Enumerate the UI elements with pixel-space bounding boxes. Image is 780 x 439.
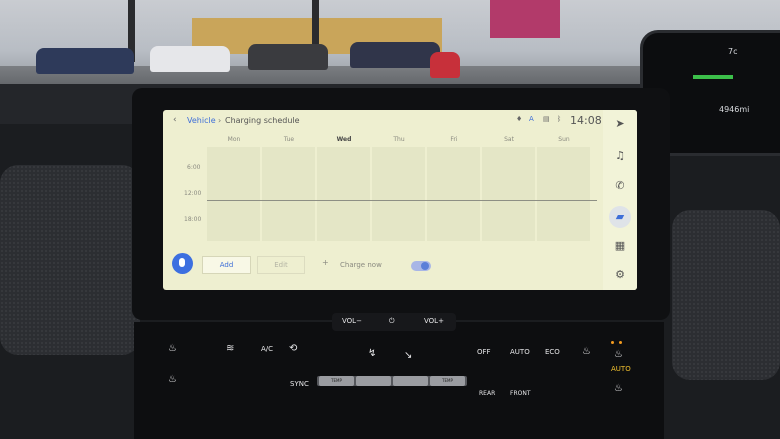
rear-defrost-button[interactable]: REAR [479, 390, 495, 397]
charge-now-toggle[interactable] [411, 261, 431, 271]
add-button[interactable]: Add [202, 256, 251, 274]
seat-heater-left-icon[interactable]: ♨ [168, 343, 177, 354]
fan-off-button[interactable]: OFF [477, 348, 491, 356]
language-status-icon: A [529, 115, 534, 123]
front-defrost-button[interactable]: FRONT [510, 390, 531, 397]
day-label: Sat [504, 136, 514, 143]
page-title: Charging schedule [225, 116, 300, 125]
plus-icon: + [322, 258, 329, 267]
fan-direction-icon[interactable]: ↯ [368, 348, 376, 359]
weekday-header: Mon Tue Wed Thu Fri Sat Sun [207, 136, 597, 146]
temp-right-button[interactable] [393, 376, 428, 386]
day-column[interactable] [207, 147, 260, 241]
photo-scene: 7c 4946mi ‹ Vehicle › Charging schedule … [0, 0, 780, 439]
app-rail: ➤ ♫ ✆ ▰ ▦ ⚙ [603, 110, 637, 290]
temp-right-button[interactable]: TEMP [430, 376, 465, 386]
volume-up-button[interactable]: VOL+ [424, 317, 444, 325]
message-status-icon: ▤ [543, 115, 550, 123]
breadcrumb-vehicle[interactable]: Vehicle [187, 116, 216, 125]
music-icon[interactable]: ♫ [612, 148, 628, 164]
parked-car [350, 42, 440, 68]
indicator-led [619, 341, 622, 344]
day-label: Tue [283, 136, 295, 143]
microphone-icon [179, 258, 185, 267]
dashboard-fabric-left [0, 165, 140, 355]
temp-left-button[interactable] [356, 376, 391, 386]
auto-right-label[interactable]: AUTO [611, 365, 631, 373]
cluster-indicator-bar [693, 75, 733, 79]
indicator-led [611, 341, 614, 344]
seat-vent-right-icon[interactable]: ♨ [614, 383, 623, 394]
day-label: Thu [393, 136, 405, 143]
defrost-icon[interactable]: ≋ [226, 343, 234, 354]
time-label: 6:00 [187, 164, 201, 171]
time-label: 12:00 [184, 190, 202, 197]
time-label: 18:00 [184, 216, 202, 223]
clock: 14:08 [570, 114, 602, 127]
settings-icon[interactable]: ⚙ [612, 267, 628, 283]
day-column[interactable] [372, 147, 425, 241]
day-label: Fri [450, 136, 458, 143]
day-column[interactable] [317, 147, 370, 241]
current-time-line [207, 200, 597, 201]
parked-car [248, 44, 328, 70]
apps-grid-icon[interactable]: ▦ [612, 238, 628, 254]
infotainment-screen: ‹ Vehicle › Charging schedule ♦ A ▤ ᛒ 14… [163, 110, 637, 290]
background-billboard [490, 0, 560, 38]
toggle-knob [421, 262, 429, 270]
parked-car [150, 46, 230, 72]
edit-button[interactable]: Edit [257, 256, 305, 274]
footwell-airflow-icon[interactable]: ↘ [404, 350, 412, 361]
day-label-active: Wed [336, 136, 352, 143]
charge-now-label: Charge now [340, 261, 382, 269]
day-label: Mon [227, 136, 241, 143]
temp-left-button[interactable]: TEMP [319, 376, 354, 386]
power-icon[interactable]: ⏻ [389, 317, 395, 326]
phone-icon[interactable]: ✆ [612, 178, 628, 194]
ac-button[interactable]: A/C [261, 345, 273, 353]
seat-vent-left-icon[interactable]: ♨ [168, 374, 177, 385]
day-column[interactable] [482, 147, 535, 241]
outside-temperature: 7c [728, 47, 738, 56]
odometer: 4946mi [719, 105, 750, 114]
bluetooth-icon: ᛒ [557, 115, 562, 123]
breadcrumb-separator-icon: › [218, 116, 222, 125]
dashboard-fabric-right [672, 210, 780, 380]
top-bar: ‹ Vehicle › Charging schedule ♦ A ▤ ᛒ 14… [163, 110, 603, 132]
volume-down-button[interactable]: VOL− [342, 317, 362, 325]
steering-heat-icon[interactable]: ♨ [582, 346, 591, 357]
parked-car [430, 52, 460, 78]
voice-assistant-button[interactable] [172, 253, 193, 274]
auto-button[interactable]: AUTO [510, 348, 530, 356]
day-column[interactable] [537, 147, 590, 241]
mic-status-icon: ♦ [516, 115, 523, 123]
back-icon[interactable]: ‹ [173, 115, 177, 125]
seat-heater-right-icon[interactable]: ♨ [614, 349, 623, 360]
day-label: Sun [558, 136, 570, 143]
parked-car [36, 48, 134, 74]
vehicle-icon[interactable]: ▰ [612, 209, 628, 225]
recirculation-icon[interactable]: ⟲ [289, 343, 297, 354]
sync-button[interactable]: SYNC [290, 380, 309, 388]
day-column[interactable] [427, 147, 480, 241]
schedule-grid[interactable] [207, 147, 597, 241]
eco-button[interactable]: ECO [545, 348, 560, 356]
navigation-icon[interactable]: ➤ [612, 116, 628, 132]
day-column[interactable] [262, 147, 315, 241]
temperature-rocker-strip: TEMP TEMP [317, 376, 467, 386]
